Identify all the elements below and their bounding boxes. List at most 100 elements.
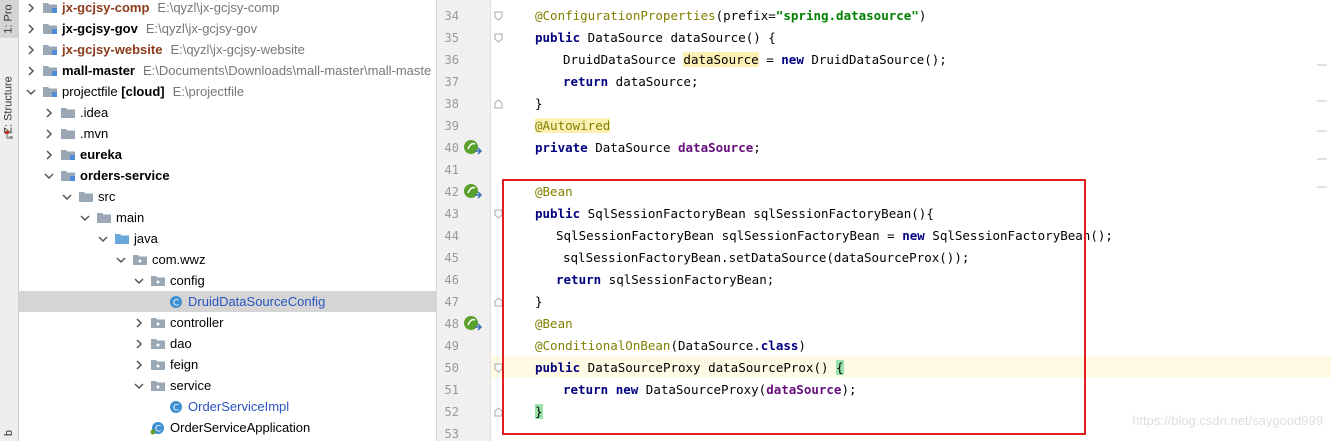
code-line-46[interactable]: return sqlSessionFactoryBean; bbox=[556, 269, 774, 291]
tree-item-druid-datasource-config[interactable]: C DruidDataSourceConfig bbox=[19, 291, 436, 312]
line-number: 39 bbox=[444, 119, 459, 133]
tree-item-jx-gcjsy-comp[interactable]: jx-gcjsy-comp E:\qyzl\jx-gcjsy-comp bbox=[19, 0, 436, 18]
code-line-44[interactable]: SqlSessionFactoryBean sqlSessionFactoryB… bbox=[556, 225, 1113, 247]
package-icon bbox=[150, 316, 166, 330]
line-number: 44 bbox=[444, 229, 459, 243]
tree-item-label: OrderServiceImpl bbox=[188, 399, 290, 414]
tree-item-src[interactable]: src bbox=[19, 186, 436, 207]
chevron-down-icon[interactable] bbox=[96, 232, 110, 246]
folder-icon bbox=[60, 127, 76, 141]
chevron-down-icon[interactable] bbox=[60, 190, 74, 204]
line-number: 41 bbox=[444, 163, 459, 177]
code-text: DataSourceProxy( bbox=[638, 382, 767, 397]
spring-bean-gutter-icon[interactable] bbox=[462, 313, 484, 335]
chevron-right-icon[interactable] bbox=[42, 148, 56, 162]
tree-item-order-service-impl[interactable]: C OrderServiceImpl bbox=[19, 396, 436, 417]
line-number: 52 bbox=[444, 405, 459, 419]
fold-marker-icon[interactable] bbox=[494, 93, 503, 115]
tree-item-idea[interactable]: .idea bbox=[19, 102, 436, 123]
chevron-right-icon[interactable] bbox=[24, 64, 38, 78]
tree-item-orders-service[interactable]: orders-service bbox=[19, 165, 436, 186]
chevron-down-icon[interactable] bbox=[132, 379, 146, 393]
line-number: 51 bbox=[444, 383, 459, 397]
tree-item-mvn[interactable]: .mvn bbox=[19, 123, 436, 144]
tree-item-dao[interactable]: dao bbox=[19, 333, 436, 354]
tree-item-main[interactable]: main bbox=[19, 207, 436, 228]
tree-item-controller[interactable]: controller bbox=[19, 312, 436, 333]
code-line-47[interactable]: } bbox=[535, 291, 543, 313]
project-tool-tab[interactable]: 1: Pro bbox=[0, 0, 18, 38]
code-text: sqlSessionFactoryBean.setDataSource(data… bbox=[563, 250, 970, 265]
chevron-right-icon[interactable] bbox=[42, 106, 56, 120]
code-line-50[interactable]: public DataSourceProxy dataSourceProx() … bbox=[535, 357, 844, 379]
fold-marker-icon[interactable] bbox=[494, 357, 503, 379]
fold-marker-icon[interactable] bbox=[494, 5, 503, 27]
tree-item-mall-master[interactable]: mall-master E:\Documents\Downloads\mall-… bbox=[19, 60, 436, 81]
code-line-42[interactable]: @Bean bbox=[535, 181, 573, 203]
project-tree: jx-gcjsy-comp E:\qyzl\jx-gcjsy-comp jx-g… bbox=[19, 0, 437, 441]
code-line-34[interactable]: @ConfigurationProperties(prefix="spring.… bbox=[535, 5, 926, 27]
fold-marker-icon[interactable] bbox=[494, 291, 503, 313]
tree-item-projectfile[interactable]: projectfile [cloud] E:\projectfile bbox=[19, 81, 436, 102]
tree-item-order-service-application[interactable]: C OrderServiceApplication bbox=[19, 417, 436, 438]
tree-item-label: com.wwz bbox=[152, 252, 206, 267]
module-folder-icon bbox=[60, 169, 76, 183]
tree-item-jx-gcjsy-website[interactable]: jx-gcjsy-website E:\qyzl\jx-gcjsy-websit… bbox=[19, 39, 436, 60]
code-line-48[interactable]: @Bean bbox=[535, 313, 573, 335]
chevron-right-icon[interactable] bbox=[24, 1, 38, 15]
package-icon bbox=[150, 358, 166, 372]
chevron-right-icon[interactable] bbox=[24, 22, 38, 36]
chevron-down-icon[interactable] bbox=[132, 274, 146, 288]
scrollbar-mark bbox=[1317, 130, 1327, 132]
code-line-40[interactable]: private DataSource dataSource; bbox=[535, 137, 761, 159]
code-line-51[interactable]: return new DataSourceProxy(dataSource); bbox=[563, 379, 857, 401]
tree-item-feign[interactable]: feign bbox=[19, 354, 436, 375]
code-line-52[interactable]: } bbox=[535, 401, 543, 423]
spring-bean-gutter-icon[interactable] bbox=[462, 137, 484, 159]
code-line-39[interactable]: @Autowired bbox=[535, 115, 611, 137]
tree-item-path: E:\qyzl\jx-gcjsy-website bbox=[170, 42, 305, 57]
tree-item-eureka[interactable]: eureka bbox=[19, 144, 436, 165]
tree-item-label: src bbox=[98, 189, 116, 204]
chevron-right-icon[interactable] bbox=[132, 358, 146, 372]
code-line-49[interactable]: @ConditionalOnBean(DataSource.class) bbox=[535, 335, 806, 357]
code-line-35[interactable]: public DataSource dataSource() { bbox=[535, 27, 776, 49]
code-text: ) bbox=[918, 8, 927, 23]
line-number: 40 bbox=[444, 141, 459, 155]
code-editor[interactable]: 34 35 36 37 38 39 40 41 42 43 44 45 46 4… bbox=[437, 0, 1331, 441]
tree-item-config[interactable]: config bbox=[19, 270, 436, 291]
chevron-down-icon[interactable] bbox=[114, 253, 128, 267]
structure-tool-tab-label: Z: Structure bbox=[3, 76, 15, 134]
scrollbar-mark bbox=[1317, 186, 1327, 188]
package-icon bbox=[150, 379, 166, 393]
scrollbar-mark bbox=[1317, 158, 1327, 160]
fold-marker-icon[interactable] bbox=[494, 27, 503, 49]
chevron-right-icon[interactable] bbox=[42, 127, 56, 141]
code-keyword: return bbox=[563, 74, 609, 89]
code-keyword: public bbox=[535, 206, 581, 221]
tree-item-service[interactable]: service bbox=[19, 375, 436, 396]
tree-item-com-wwz[interactable]: com.wwz bbox=[19, 249, 436, 270]
code-line-36[interactable]: DruidDataSource dataSource = new DruidDa… bbox=[563, 49, 947, 71]
tree-item-jx-gcjsy-gov[interactable]: jx-gcjsy-gov E:\qyzl\jx-gcjsy-gov bbox=[19, 18, 436, 39]
code-line-37[interactable]: return dataSource; bbox=[563, 71, 698, 93]
fold-marker-icon[interactable] bbox=[494, 401, 503, 423]
chevron-right-icon[interactable] bbox=[132, 316, 146, 330]
chevron-right-icon[interactable] bbox=[24, 43, 38, 57]
tree-item-java[interactable]: java bbox=[19, 228, 436, 249]
bottom-tool-tab[interactable]: b bbox=[0, 425, 18, 441]
chevron-right-icon[interactable] bbox=[132, 337, 146, 351]
code-text: SqlSessionFactoryBean sqlSessionFactoryB… bbox=[580, 206, 934, 221]
fold-marker-icon[interactable] bbox=[494, 203, 503, 225]
chevron-down-icon[interactable] bbox=[24, 85, 38, 99]
code-line-45[interactable]: sqlSessionFactoryBean.setDataSource(data… bbox=[563, 247, 969, 269]
tree-item-path: E:\Documents\Downloads\mall-master\mall-… bbox=[142, 63, 432, 78]
code-text: DataSource bbox=[587, 140, 678, 155]
scrollbar-mark bbox=[1317, 64, 1327, 66]
code-line-43[interactable]: public SqlSessionFactoryBean sqlSessionF… bbox=[535, 203, 934, 225]
code-line-38[interactable]: } bbox=[535, 93, 543, 115]
chevron-down-icon[interactable] bbox=[78, 211, 92, 225]
tree-item-label: mall-master bbox=[62, 63, 135, 78]
chevron-down-icon[interactable] bbox=[42, 169, 56, 183]
spring-bean-gutter-icon[interactable] bbox=[462, 181, 484, 203]
